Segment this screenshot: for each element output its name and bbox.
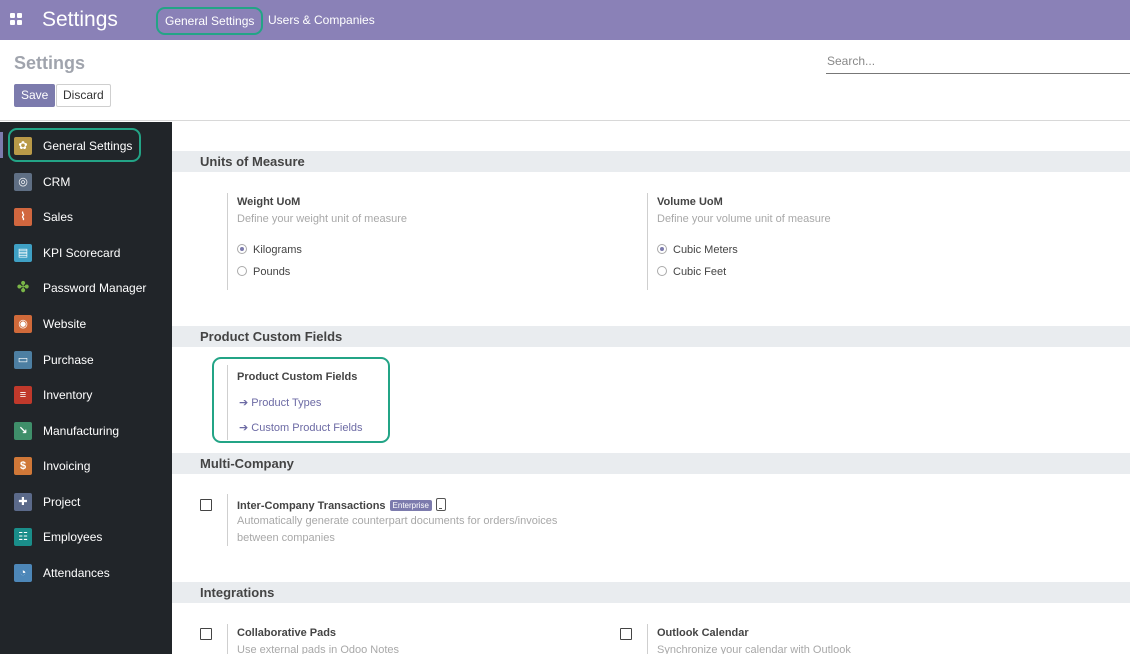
radio-cubic-feet[interactable]: Cubic Feet xyxy=(657,266,726,278)
radio-pounds[interactable]: Pounds xyxy=(237,266,290,278)
arrow-right-icon: ➔ xyxy=(239,422,252,434)
nav-general-settings[interactable]: General Settings xyxy=(156,7,264,35)
sidebar-item-label: Attendances xyxy=(43,566,110,580)
user-clock-icon: ◔ xyxy=(14,564,32,582)
sidebar-item-label: Purchase xyxy=(43,353,94,367)
app-title: Settings xyxy=(42,8,118,31)
weight-uom-title: Weight UoM xyxy=(237,196,301,208)
sidebar-item-manufacturing[interactable]: ↘ Manufacturing xyxy=(0,416,172,446)
arrow-right-icon: ➔ xyxy=(239,397,252,409)
settings-main: Units of Measure Weight UoM Define your … xyxy=(172,122,1130,654)
product-custom-fields-title: Product Custom Fields xyxy=(237,371,358,383)
sidebar-item-kpi-scorecard[interactable]: ▤ KPI Scorecard xyxy=(0,238,172,268)
sidebar-item-sales[interactable]: ⌇ Sales xyxy=(0,202,172,232)
sidebar-item-attendances[interactable]: ◔ Attendances xyxy=(0,558,172,588)
control-panel: Settings Save Discard Search... xyxy=(0,40,1130,121)
collaborative-pads-checkbox[interactable] xyxy=(200,628,212,640)
section-header-multi-company: Multi-Company xyxy=(172,453,1130,474)
sidebar-item-label: Manufacturing xyxy=(43,424,120,438)
section-header-integrations: Integrations xyxy=(172,582,1130,603)
save-button[interactable]: Save xyxy=(14,84,56,107)
divider xyxy=(647,624,648,654)
sidebar-item-password-manager[interactable]: ✤ Password Manager xyxy=(0,273,172,303)
sidebar-item-employees[interactable]: ☷ Employees xyxy=(0,522,172,552)
inter-company-desc-line2: between companies xyxy=(237,532,335,544)
sidebar-item-label: Invoicing xyxy=(43,459,91,473)
divider xyxy=(647,193,648,290)
gear-icon: ✿ xyxy=(14,137,32,155)
people-icon: ☷ xyxy=(14,528,32,546)
divider xyxy=(227,193,228,290)
sidebar-item-label: Sales xyxy=(43,210,74,224)
sidebar-item-label: Password Manager xyxy=(43,281,147,295)
box-icon: ≡ xyxy=(14,386,32,404)
sidebar-item-label: Employees xyxy=(43,530,103,544)
sidebar-item-crm[interactable]: ◎ CRM xyxy=(0,167,172,197)
globe-icon: ◉ xyxy=(14,315,32,333)
radio-cubic-meters[interactable]: Cubic Meters xyxy=(657,244,738,256)
sidebar-item-general-settings[interactable]: ✿ General Settings xyxy=(0,131,172,161)
sidebar-item-label: CRM xyxy=(43,175,71,189)
divider xyxy=(227,494,228,546)
handshake-icon: ◎ xyxy=(14,173,32,191)
inter-company-checkbox[interactable] xyxy=(200,499,212,511)
nav-users-companies[interactable]: Users & Companies xyxy=(268,13,375,27)
divider xyxy=(227,624,228,654)
inter-company-desc-line1: Automatically generate counterpart docum… xyxy=(237,515,558,527)
card-icon: ▭ xyxy=(14,351,32,369)
divider xyxy=(227,365,228,440)
pinwheel-icon: ✤ xyxy=(16,279,30,296)
sidebar-item-label: General Settings xyxy=(43,139,133,153)
apps-grid-icon[interactable] xyxy=(10,13,22,25)
section-header-product-custom-fields: Product Custom Fields xyxy=(172,326,1130,347)
mobile-icon xyxy=(436,498,447,511)
sidebar-item-invoicing[interactable]: $ Invoicing xyxy=(0,451,172,481)
product-types-link[interactable]: ➔ Product Types xyxy=(239,396,321,409)
sidebar-item-label: KPI Scorecard xyxy=(43,246,121,260)
sidebar-item-inventory[interactable]: ≡ Inventory xyxy=(0,380,172,410)
invoice-icon: $ xyxy=(14,457,32,475)
search-input[interactable]: Search... xyxy=(826,53,1130,74)
section-header-uom: Units of Measure xyxy=(172,151,1130,172)
radio-unselected-icon[interactable] xyxy=(237,266,247,276)
radio-unselected-icon[interactable] xyxy=(657,266,667,276)
puzzle-icon: ✚ xyxy=(14,493,32,511)
sidebar-item-label: Project xyxy=(43,495,81,509)
outlook-calendar-title: Outlook Calendar xyxy=(657,627,749,639)
collaborative-pads-desc: Use external pads in Odoo Notes xyxy=(237,644,400,654)
custom-product-fields-link[interactable]: ➔ Custom Product Fields xyxy=(239,421,363,434)
sidebar-item-label: Inventory xyxy=(43,388,93,402)
discard-button[interactable]: Discard xyxy=(56,84,111,107)
scorecard-icon: ▤ xyxy=(14,244,32,262)
radio-kilograms[interactable]: Kilograms xyxy=(237,244,302,256)
settings-sidebar: ✿ General Settings ◎ CRM ⌇ Sales ▤ KPI S… xyxy=(0,122,172,654)
volume-uom-title: Volume UoM xyxy=(657,196,723,208)
radio-selected-icon[interactable] xyxy=(237,244,247,254)
top-navbar: Settings General Settings Users & Compan… xyxy=(0,0,1130,40)
inter-company-title: Inter-Company Transactions Enterprise xyxy=(237,498,447,512)
enterprise-badge: Enterprise xyxy=(389,500,433,511)
wrench-icon: ↘ xyxy=(14,422,32,440)
chart-icon: ⌇ xyxy=(14,208,32,226)
sidebar-item-label: Website xyxy=(43,317,87,331)
outlook-calendar-checkbox[interactable] xyxy=(620,628,632,640)
page-title: Settings xyxy=(14,53,86,73)
sidebar-item-website[interactable]: ◉ Website xyxy=(0,309,172,339)
sidebar-item-project[interactable]: ✚ Project xyxy=(0,487,172,517)
volume-uom-desc: Define your volume unit of measure xyxy=(657,213,831,225)
weight-uom-desc: Define your weight unit of measure xyxy=(237,213,407,225)
collaborative-pads-title: Collaborative Pads xyxy=(237,627,337,639)
radio-selected-icon[interactable] xyxy=(657,244,667,254)
sidebar-item-purchase[interactable]: ▭ Purchase xyxy=(0,345,172,375)
outlook-calendar-desc: Synchronize your calendar with Outlook xyxy=(657,644,851,654)
